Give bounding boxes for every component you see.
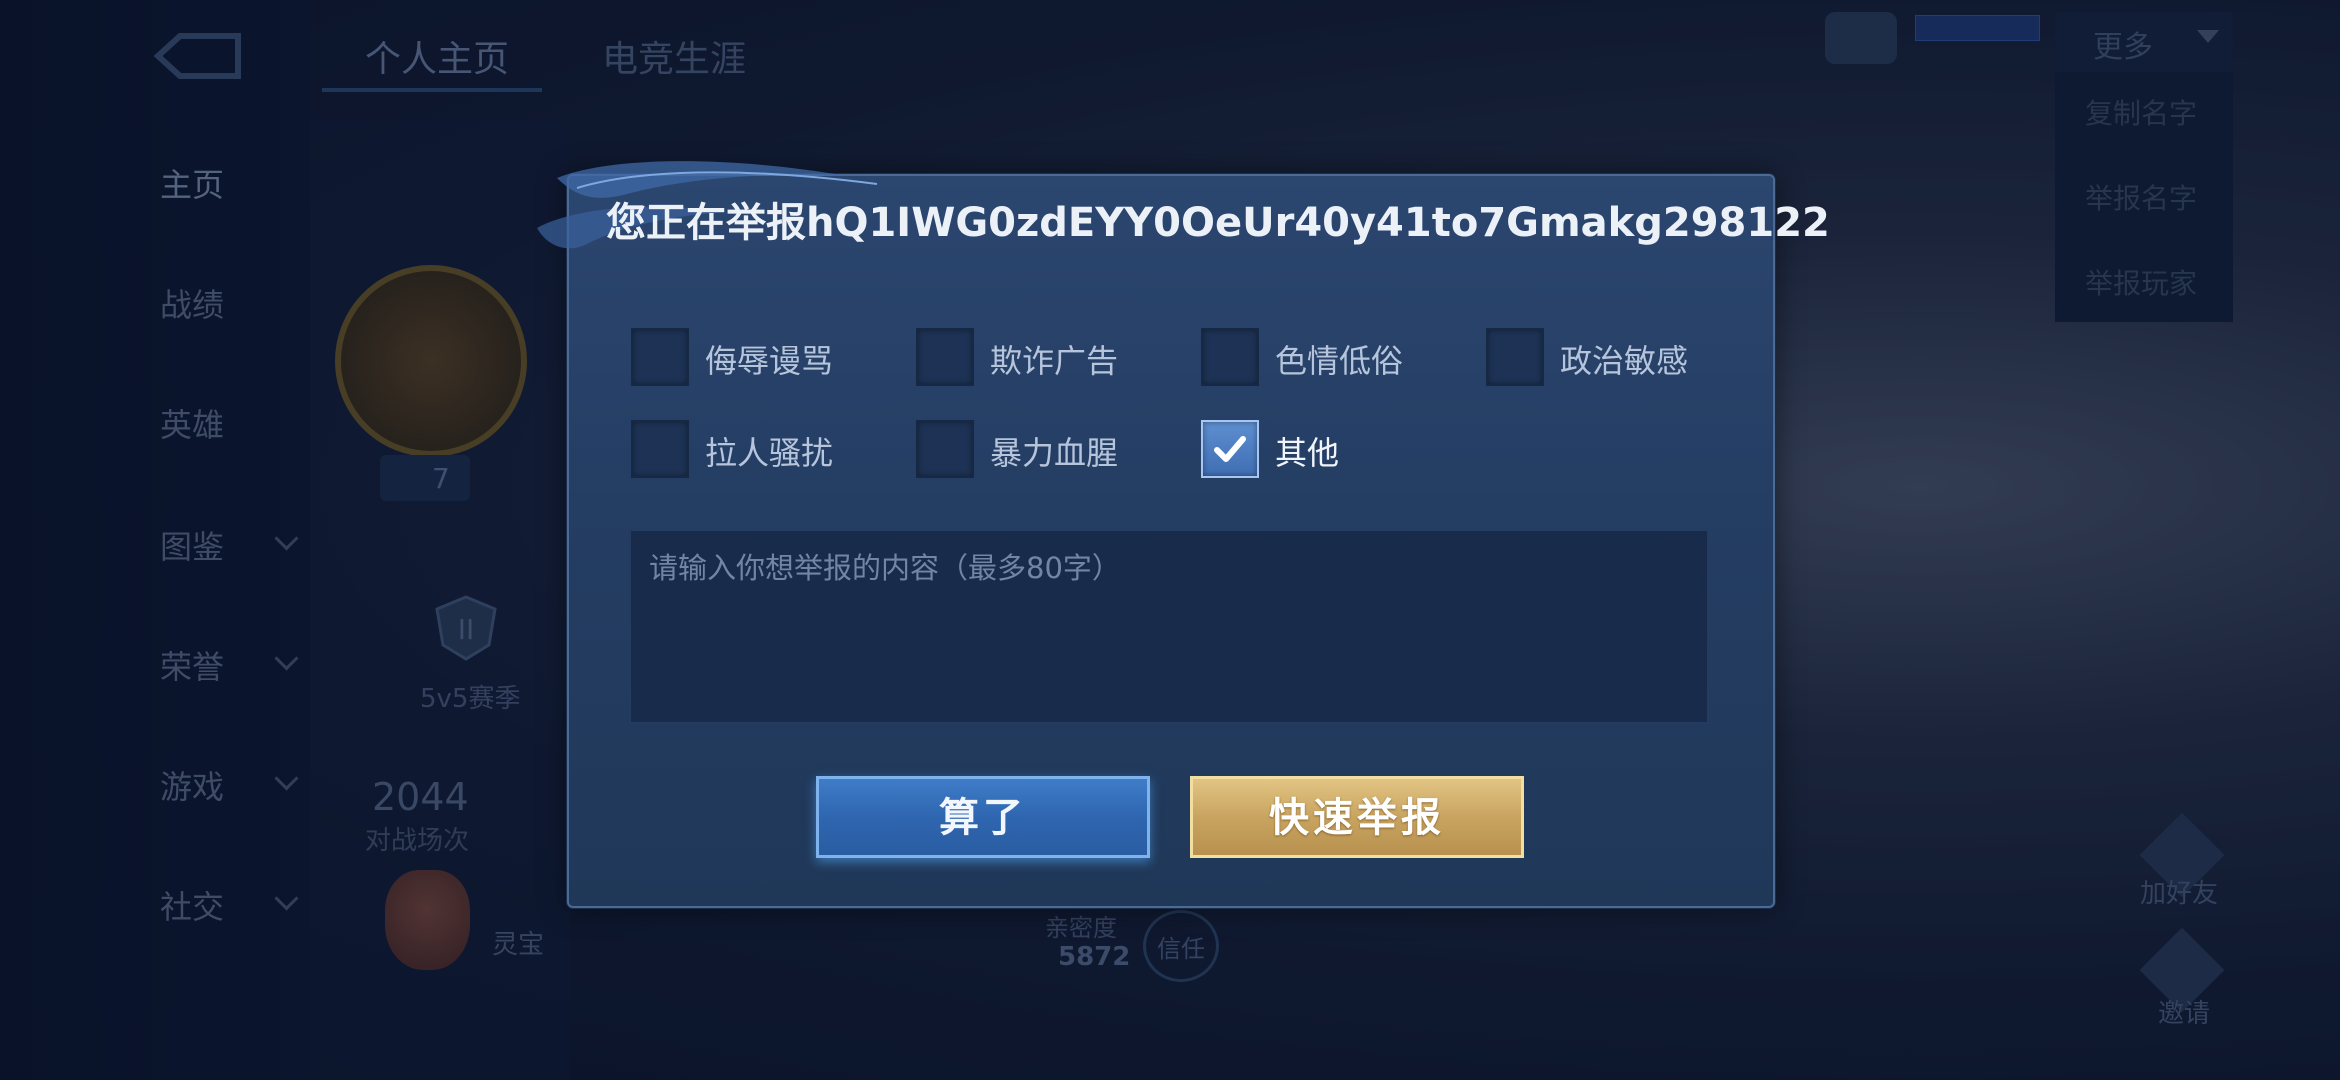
checkbox[interactable] [1486, 328, 1544, 386]
option-label: 其他 [1275, 434, 1340, 472]
checkbox[interactable] [1201, 328, 1259, 386]
quick-report-button[interactable]: 快速举报 [1190, 776, 1524, 858]
option-label: 欺诈广告 [990, 342, 1119, 380]
report-dialog: 您正在举报hQ1IWG0zdEYY0OeUr40y41to7Gmakg29812… [537, 161, 1830, 908]
checkbox-checked[interactable] [1201, 420, 1259, 478]
checkbox[interactable] [631, 420, 689, 478]
report-content-input[interactable] [629, 529, 1709, 724]
option-label: 侮辱谩骂 [705, 342, 834, 380]
checkmark-icon [1214, 436, 1246, 462]
dialog-title: 您正在举报hQ1IWG0zdEYY0OeUr40y41to7Gmakg29812… [606, 200, 1830, 246]
checkbox[interactable] [916, 328, 974, 386]
option-label: 拉人骚扰 [705, 434, 834, 472]
cancel-button[interactable]: 算了 [816, 776, 1150, 858]
option-label: 政治敏感 [1560, 342, 1689, 380]
option-label: 暴力血腥 [990, 434, 1119, 472]
checkbox[interactable] [631, 328, 689, 386]
option-label: 色情低俗 [1275, 342, 1404, 380]
checkbox[interactable] [916, 420, 974, 478]
